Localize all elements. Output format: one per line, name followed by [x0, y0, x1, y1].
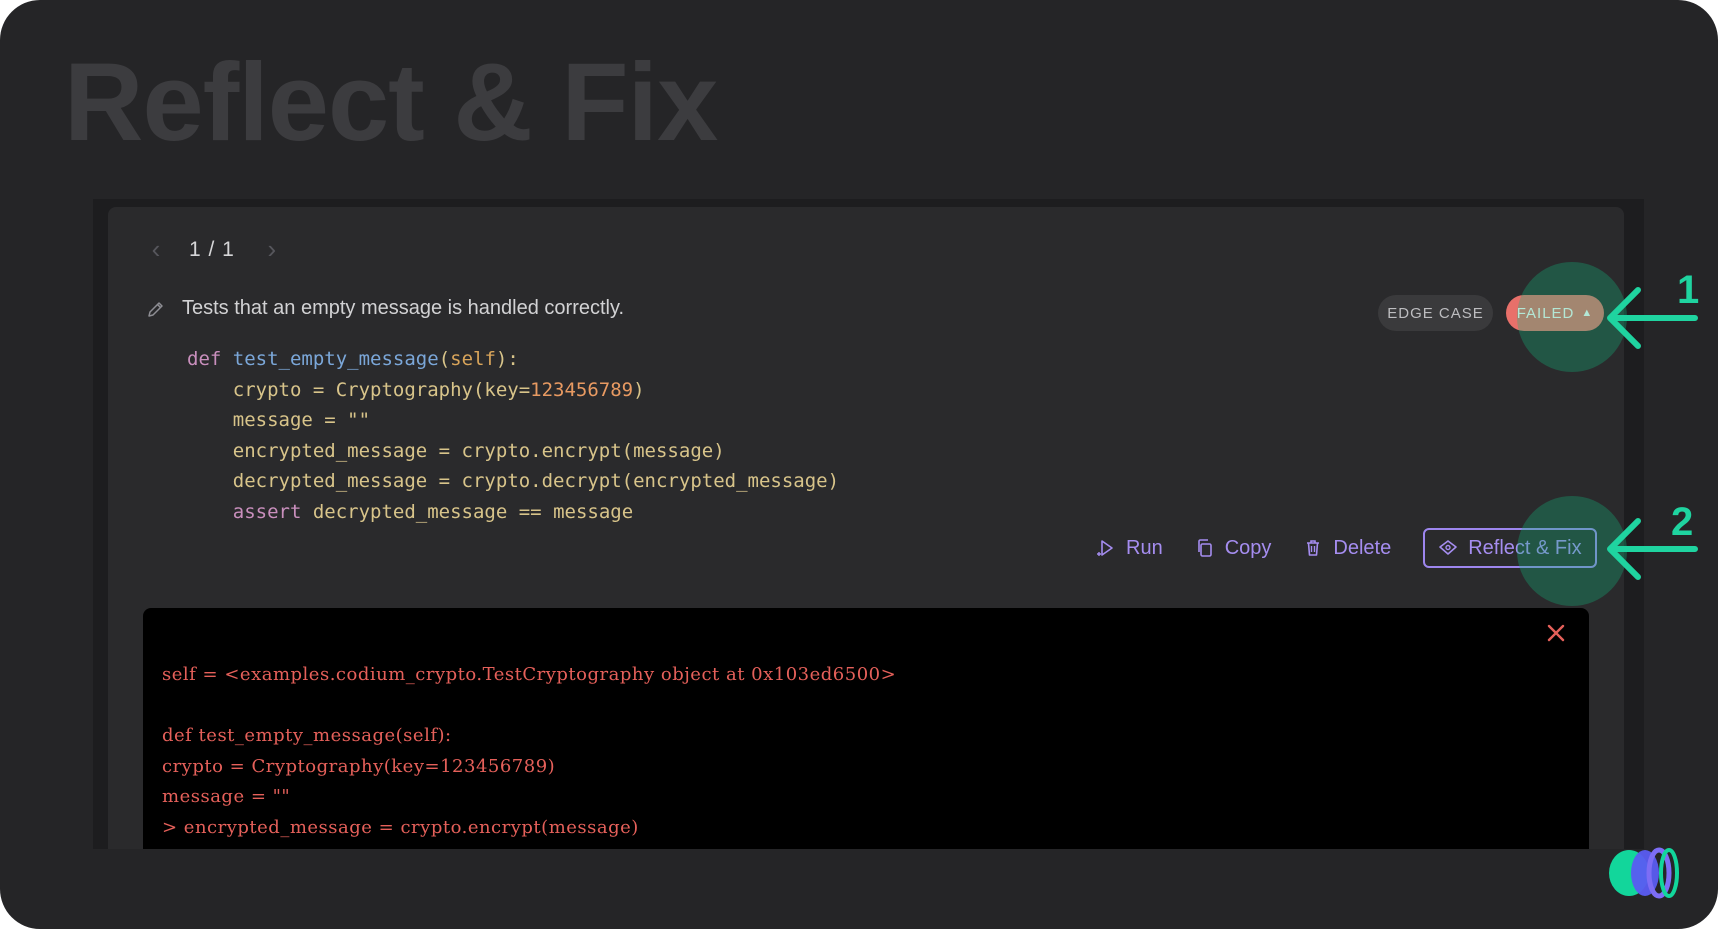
- annotation-number-2: 2: [1671, 500, 1694, 544]
- test-code-block: def test_empty_message(self): crypto = C…: [187, 344, 839, 527]
- delete-label: Delete: [1333, 536, 1392, 559]
- run-button[interactable]: Run: [1096, 537, 1163, 560]
- gem-icon: [1439, 540, 1458, 555]
- annotation-number-1: 1: [1677, 268, 1700, 312]
- edge-case-label: EDGE CASE: [1387, 304, 1484, 322]
- code-line-2: crypto = Cryptography(key=123456789): [187, 378, 645, 401]
- console-line: message = "": [162, 786, 291, 807]
- console-line: def test_empty_message(self):: [162, 725, 452, 746]
- console-line: self = <examples.codium_crypto.TestCrypt…: [162, 664, 897, 685]
- page-title: Reflect & Fix: [64, 41, 718, 164]
- brand-logo-icon: [1609, 847, 1679, 899]
- delete-button[interactable]: Delete: [1303, 537, 1391, 560]
- run-label: Run: [1126, 536, 1163, 559]
- edge-case-badge: EDGE CASE: [1378, 295, 1493, 331]
- chevron-right-icon[interactable]: ›: [261, 234, 283, 265]
- error-console: self = <examples.codium_crypto.TestCrypt…: [143, 608, 1589, 849]
- copy-button[interactable]: Copy: [1195, 536, 1272, 560]
- console-output: self = <examples.codium_crypto.TestCrypt…: [162, 660, 896, 843]
- test-description: Tests that an empty message is handled c…: [182, 297, 625, 319]
- pager-count: 1 / 1: [189, 237, 235, 261]
- console-line: > encrypted_message = crypto.encrypt(mes…: [162, 816, 639, 838]
- close-icon[interactable]: [1545, 622, 1567, 644]
- copy-icon: [1197, 539, 1212, 557]
- chevron-left-icon[interactable]: ‹: [145, 234, 167, 265]
- code-line-3: message = "": [187, 409, 371, 431]
- tutorial-frame: Reflect & Fix ‹ 1 / 1 › Tests that an em…: [0, 0, 1718, 929]
- console-line: crypto = Cryptography(key=123456789): [162, 755, 556, 777]
- code-line-4: encrypted_message = crypto.encrypt(messa…: [187, 439, 725, 462]
- code-line-5: decrypted_message = crypto.decrypt(encry…: [187, 470, 840, 492]
- play-icon: [1097, 540, 1113, 556]
- pager: ‹ 1 / 1 ›: [145, 234, 283, 265]
- pencil-icon[interactable]: [146, 299, 166, 319]
- code-line-1: def test_empty_message(self):: [187, 348, 519, 370]
- code-line-6: assert decrypted_message == message: [232, 500, 634, 523]
- test-description-row: Tests that an empty message is handled c…: [146, 297, 624, 320]
- copy-label: Copy: [1224, 536, 1272, 559]
- trash-icon: [1307, 540, 1320, 556]
